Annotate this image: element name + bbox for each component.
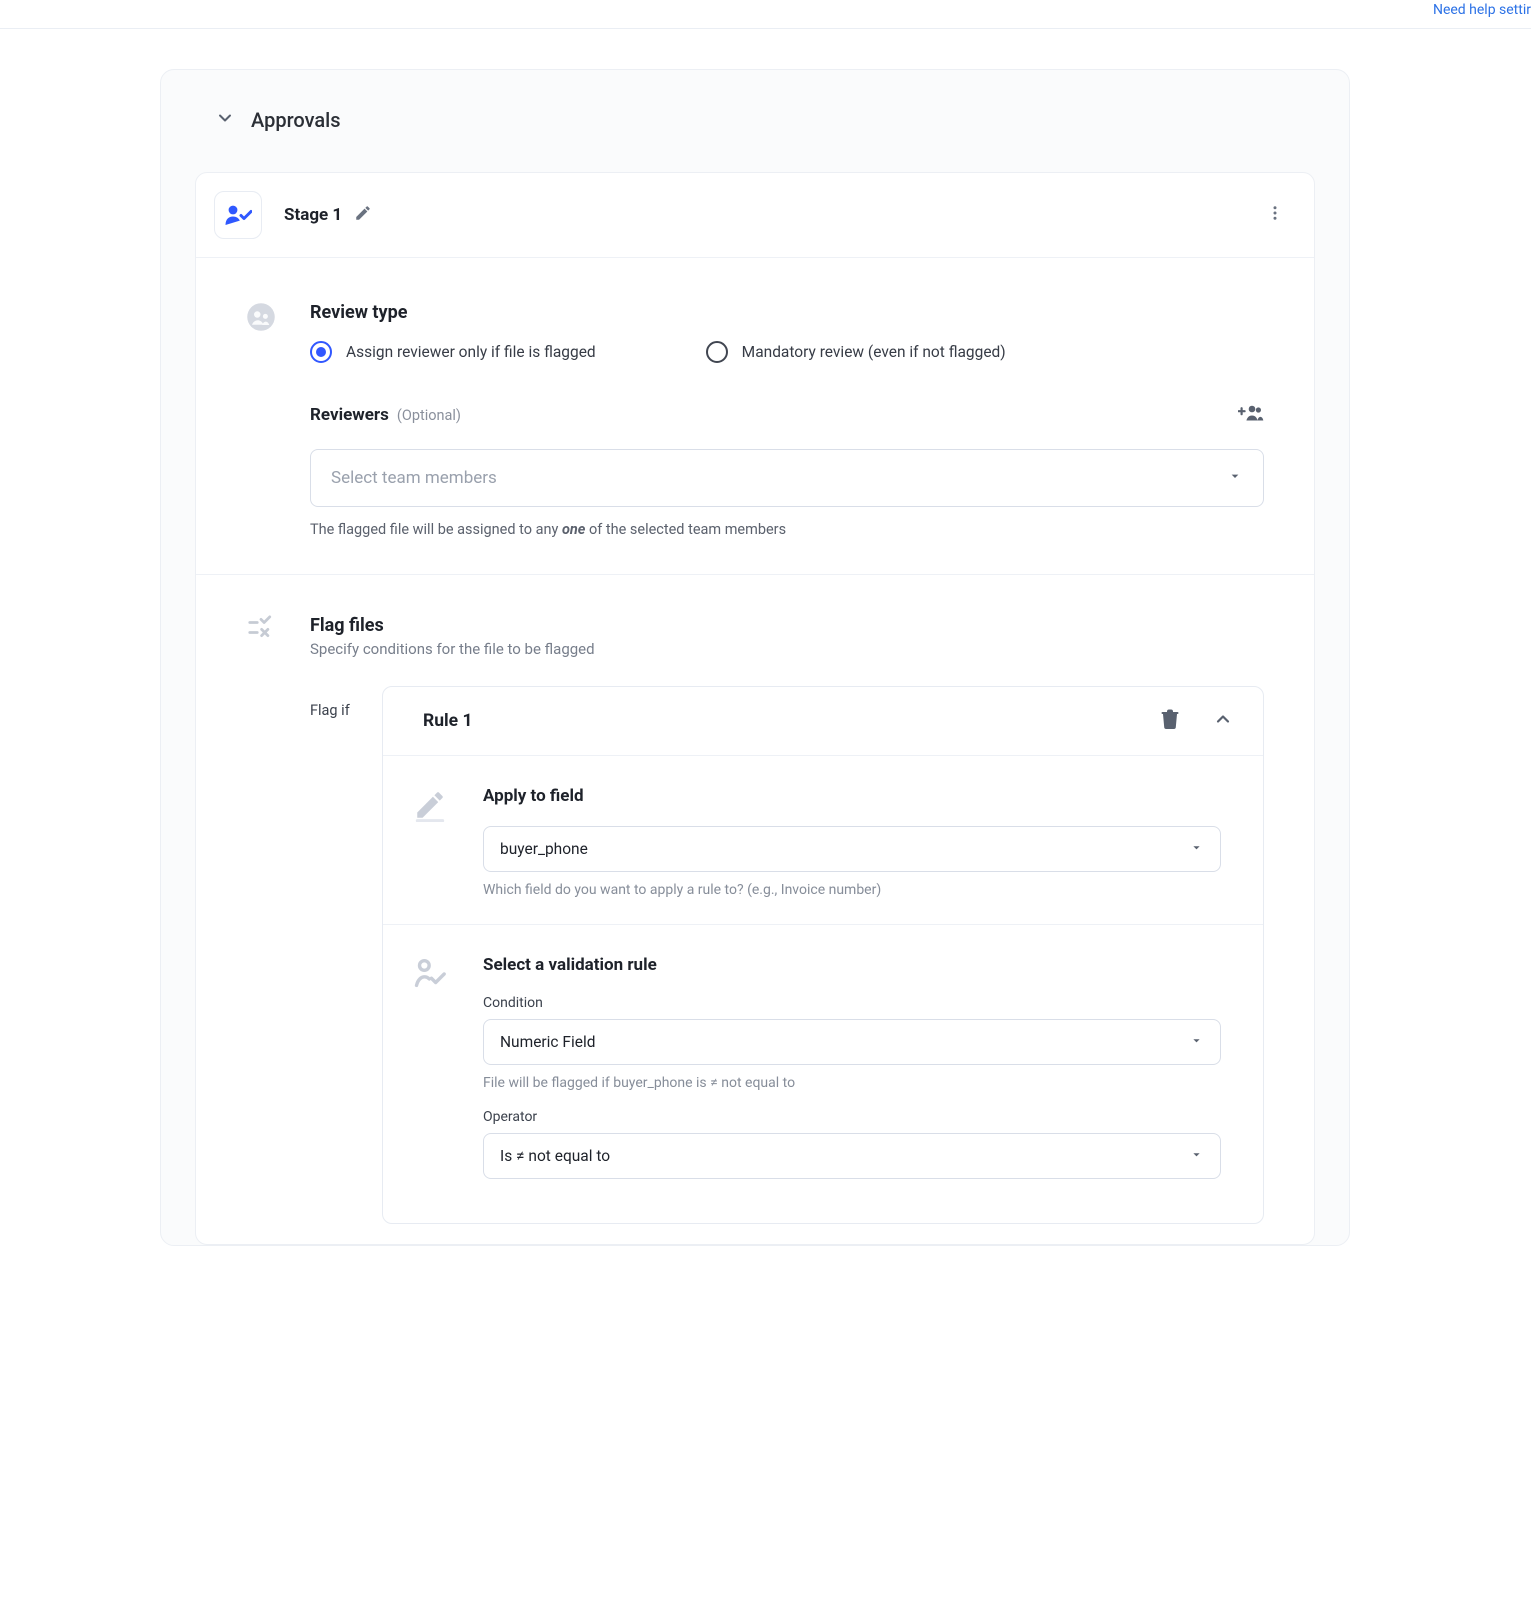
condition-select[interactable]: Numeric Field xyxy=(483,1019,1221,1065)
review-type-title: Review type xyxy=(310,302,1264,323)
reviewers-title: Reviewers xyxy=(310,405,389,425)
reviewers-placeholder: Select team members xyxy=(331,468,497,488)
reviewers-select[interactable]: Select team members xyxy=(310,449,1264,507)
top-separator xyxy=(0,28,1531,29)
trash-icon[interactable] xyxy=(1161,709,1179,733)
caret-down-icon xyxy=(1189,840,1204,859)
radio-unselected-icon xyxy=(706,341,728,363)
reviewers-optional: (Optional) xyxy=(397,407,461,424)
approvals-panel: Approvals Stage 1 xyxy=(160,69,1350,1246)
validation-title: Select a validation rule xyxy=(483,955,1221,975)
condition-helper: File will be flagged if buyer_phone is ≠… xyxy=(483,1075,1221,1091)
apply-field-value: buyer_phone xyxy=(500,840,588,858)
chevron-up-icon[interactable] xyxy=(1213,709,1233,733)
apply-field-icon xyxy=(413,786,457,898)
radio-flagged-label: Assign reviewer only if file is flagged xyxy=(346,343,596,361)
person-check-icon xyxy=(214,191,262,239)
caret-down-icon xyxy=(1189,1033,1204,1052)
apply-field-helper: Which field do you want to apply a rule … xyxy=(483,882,1221,898)
flag-if-label: Flag if xyxy=(310,686,364,1224)
rule-card: Rule 1 xyxy=(382,686,1264,1224)
operator-label: Operator xyxy=(483,1109,1221,1125)
caret-down-icon xyxy=(1227,468,1243,489)
validation-icon xyxy=(413,955,457,1197)
section-title: Approvals xyxy=(251,108,341,132)
stage-header: Stage 1 xyxy=(196,173,1314,258)
radio-flagged-only[interactable]: Assign reviewer only if file is flagged xyxy=(310,341,596,363)
chevron-down-icon[interactable] xyxy=(215,108,235,132)
more-vert-icon[interactable] xyxy=(1266,204,1284,226)
condition-value: Numeric Field xyxy=(500,1033,595,1051)
operator-select[interactable]: Is ≠ not equal to xyxy=(483,1133,1221,1179)
apply-field-select[interactable]: buyer_phone xyxy=(483,826,1221,872)
radio-mandatory-label: Mandatory review (even if not flagged) xyxy=(742,343,1006,361)
flag-files-desc: Specify conditions for the file to be fl… xyxy=(310,640,1264,658)
rule-title: Rule 1 xyxy=(423,711,472,731)
stage-name: Stage 1 xyxy=(284,205,342,225)
stage-card: Stage 1 Review type xyxy=(195,172,1315,1245)
reviewers-group-icon xyxy=(246,302,280,538)
help-link[interactable]: Need help settir xyxy=(1433,0,1531,22)
reviewers-helper: The flagged file will be assigned to any… xyxy=(310,521,1264,538)
radio-mandatory[interactable]: Mandatory review (even if not flagged) xyxy=(706,341,1006,363)
flag-rules-icon xyxy=(246,615,280,1224)
condition-label: Condition xyxy=(483,995,1221,1011)
operator-value: Is ≠ not equal to xyxy=(500,1147,610,1165)
radio-selected-icon xyxy=(310,341,332,363)
add-team-icon[interactable] xyxy=(1238,403,1264,427)
apply-field-title: Apply to field xyxy=(483,786,1221,806)
edit-icon[interactable] xyxy=(354,204,372,226)
flag-files-title: Flag files xyxy=(310,615,1264,636)
caret-down-icon xyxy=(1189,1147,1204,1166)
